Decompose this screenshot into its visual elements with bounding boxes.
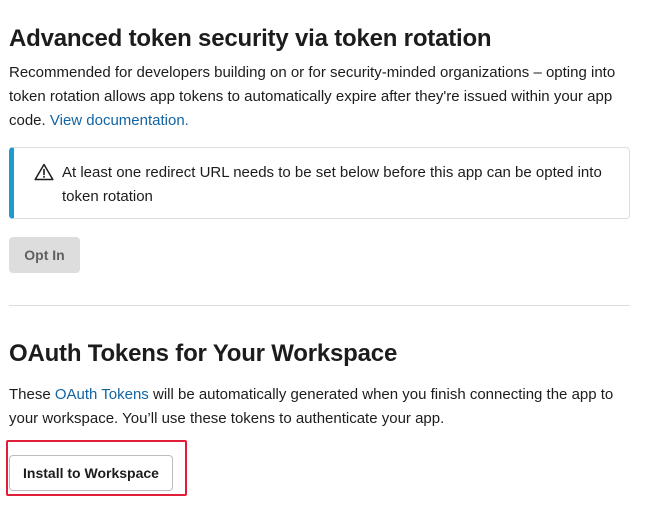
section-divider: [9, 305, 630, 306]
oauth-description-before: These: [9, 386, 55, 403]
app-settings-page: Advanced token security via token rotati…: [0, 0, 651, 512]
warning-alert-text: At least one redirect URL needs to be se…: [62, 164, 602, 205]
oauth-tokens-heading: OAuth Tokens for Your Workspace: [9, 340, 398, 367]
view-documentation-link[interactable]: View documentation.: [50, 112, 189, 129]
redirect-url-warning-alert: At least one redirect URL needs to be se…: [9, 147, 630, 219]
oauth-tokens-description: These OAuth Tokens will be automatically…: [9, 383, 635, 431]
warning-triangle-icon: [34, 163, 54, 181]
install-to-workspace-button[interactable]: Install to Workspace: [9, 455, 173, 491]
token-rotation-heading: Advanced token security via token rotati…: [9, 25, 492, 52]
oauth-tokens-link[interactable]: OAuth Tokens: [55, 386, 149, 403]
token-rotation-description: Recommended for developers building on o…: [9, 61, 635, 133]
opt-in-button[interactable]: Opt In: [9, 237, 80, 273]
